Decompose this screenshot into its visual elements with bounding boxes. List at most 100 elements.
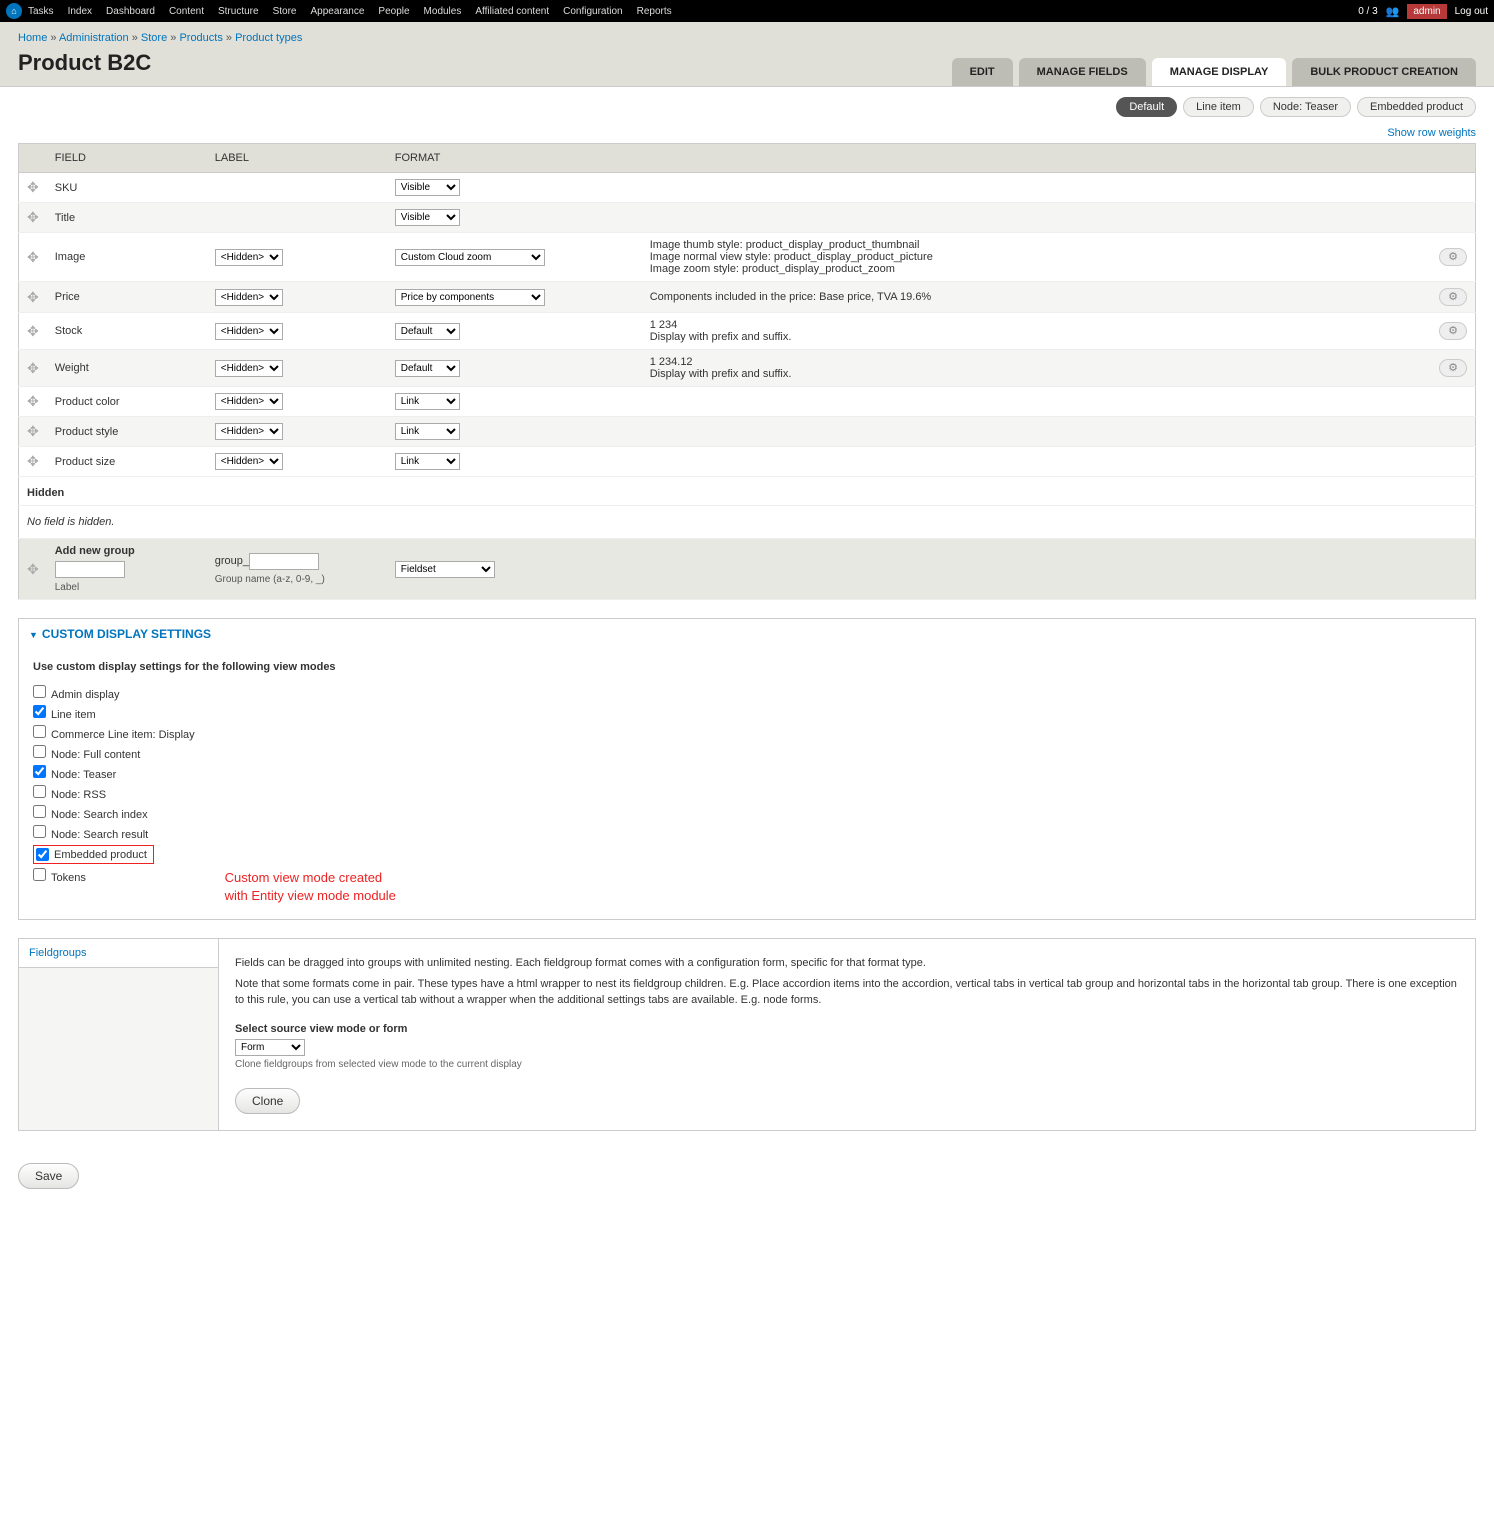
view-mode-checkbox[interactable] [33, 685, 46, 698]
view-mode-item: Admin display [33, 685, 195, 701]
label-select[interactable]: <Hidden> [215, 423, 283, 440]
table-row: ✥Product size<Hidden>Link [19, 447, 1476, 477]
view-mode-checkbox[interactable] [36, 848, 49, 861]
view-mode-label: Commerce Line item: Display [51, 729, 195, 741]
breadcrumb-item[interactable]: Product types [235, 32, 302, 44]
gear-icon[interactable]: ⚙ [1439, 359, 1467, 377]
add-group-title: Add new group [55, 545, 135, 557]
format-select[interactable]: Custom Cloud zoom [395, 249, 545, 266]
toolbar-item[interactable]: Dashboard [106, 6, 155, 17]
view-mode-label: Node: Teaser [51, 769, 116, 781]
primary-tab[interactable]: MANAGE FIELDS [1019, 58, 1146, 86]
view-mode-label: Node: Search index [51, 809, 148, 821]
show-row-weights-link[interactable]: Show row weights [1387, 127, 1476, 139]
toolbar-item[interactable]: Modules [424, 6, 462, 17]
logout-link[interactable]: Log out [1455, 6, 1488, 17]
fieldgroups-side-tab[interactable]: Fieldgroups [19, 939, 218, 968]
label-select[interactable]: <Hidden> [215, 249, 283, 266]
save-button[interactable]: Save [18, 1163, 79, 1189]
breadcrumb-item[interactable]: Store [141, 32, 167, 44]
format-select[interactable]: Link [395, 393, 460, 410]
fieldgroups-source-select[interactable]: Form [235, 1039, 305, 1056]
view-mode-checkbox[interactable] [33, 785, 46, 798]
toolbar-item[interactable]: Appearance [310, 6, 364, 17]
th-format: FORMAT [387, 144, 642, 173]
breadcrumb-item[interactable]: Home [18, 32, 47, 44]
group-label-input[interactable] [55, 561, 125, 578]
toolbar-item[interactable]: Affiliated content [475, 6, 549, 17]
display-mode-tab[interactable]: Node: Teaser [1260, 97, 1351, 117]
group-name-input[interactable] [249, 553, 319, 570]
format-summary [642, 417, 1431, 447]
primary-tab[interactable]: BULK PRODUCT CREATION [1292, 58, 1476, 86]
drag-handle-icon[interactable]: ✥ [27, 360, 39, 376]
format-select[interactable]: Visible [395, 209, 460, 226]
toolbar-item[interactable]: Tasks [28, 6, 54, 17]
view-mode-checkbox[interactable] [33, 765, 46, 778]
label-select[interactable]: <Hidden> [215, 323, 283, 340]
drag-handle-icon[interactable]: ✥ [27, 249, 39, 265]
view-mode-checkbox[interactable] [33, 725, 46, 738]
label-select[interactable]: <Hidden> [215, 453, 283, 470]
primary-tab[interactable]: MANAGE DISPLAY [1152, 58, 1287, 86]
label-select[interactable]: <Hidden> [215, 289, 283, 306]
view-mode-checkbox[interactable] [33, 705, 46, 718]
view-mode-checkbox[interactable] [33, 868, 46, 881]
users-icon: 👥 [1386, 5, 1400, 18]
drag-handle-icon[interactable]: ✥ [27, 453, 39, 469]
toolbar-item[interactable]: Content [169, 6, 204, 17]
drag-handle-icon[interactable]: ✥ [27, 423, 39, 439]
drag-handle-icon[interactable]: ✥ [27, 209, 39, 225]
display-mode-tab[interactable]: Line item [1183, 97, 1254, 117]
view-mode-checkbox[interactable] [33, 745, 46, 758]
toolbar-item[interactable]: Configuration [563, 6, 622, 17]
view-mode-label: Tokens [51, 872, 86, 884]
gear-icon[interactable]: ⚙ [1439, 248, 1467, 266]
fieldgroups-select-desc: Clone fieldgroups from selected view mod… [235, 1059, 1459, 1070]
drag-handle-icon[interactable]: ✥ [27, 179, 39, 195]
clone-button[interactable]: Clone [235, 1088, 300, 1114]
table-row: ✥ Stock <Hidden> Default 1 234Display with p… [19, 313, 1476, 350]
format-select[interactable]: Default [395, 323, 460, 340]
field-name: Stock [47, 313, 207, 350]
gear-icon[interactable]: ⚙ [1439, 322, 1467, 340]
primary-tab[interactable]: EDIT [952, 58, 1013, 86]
breadcrumb-item[interactable]: Administration [59, 32, 129, 44]
format-summary: 1 234Display with prefix and suffix. [642, 313, 1431, 350]
format-select[interactable]: Link [395, 453, 460, 470]
toolbar-item[interactable]: Store [273, 6, 297, 17]
toolbar-item[interactable]: Reports [637, 6, 672, 17]
add-new-group-row: ✥Add new groupLabelgroup_Group name (a-z… [19, 539, 1476, 600]
toolbar-item[interactable]: Structure [218, 6, 259, 17]
drag-handle-icon[interactable]: ✥ [27, 323, 39, 339]
view-mode-item: Embedded product [33, 845, 195, 864]
drag-handle-icon[interactable]: ✥ [27, 393, 39, 409]
view-mode-checkbox[interactable] [33, 805, 46, 818]
field-name: Image [47, 233, 207, 282]
toolbar-item[interactable]: Index [68, 6, 92, 17]
collapse-triangle-icon: ▼ [29, 630, 38, 640]
toolbar-item[interactable]: People [378, 6, 409, 17]
breadcrumb-item[interactable]: Products [179, 32, 222, 44]
drupal-logo-icon[interactable]: ⌂ [6, 3, 22, 19]
group-format-select[interactable]: Fieldset [395, 561, 495, 578]
label-select[interactable]: <Hidden> [215, 360, 283, 377]
view-mode-item: Node: Full content [33, 745, 195, 761]
format-select[interactable]: Default [395, 360, 460, 377]
display-mode-tab[interactable]: Embedded product [1357, 97, 1476, 117]
display-mode-tab[interactable]: Default [1116, 97, 1177, 117]
th-label: LABEL [207, 144, 387, 173]
view-mode-checkbox[interactable] [33, 825, 46, 838]
label-select[interactable]: <Hidden> [215, 393, 283, 410]
format-select[interactable]: Link [395, 423, 460, 440]
table-row: ✥SKUVisible [19, 173, 1476, 203]
custom-display-title[interactable]: ▼CUSTOM DISPLAY SETTINGS [19, 619, 1475, 649]
drag-handle-icon[interactable]: ✥ [27, 289, 39, 305]
drag-handle-icon[interactable]: ✥ [27, 561, 39, 577]
gear-icon[interactable]: ⚙ [1439, 288, 1467, 306]
format-select[interactable]: Price by components [395, 289, 545, 306]
format-select[interactable]: Visible [395, 179, 460, 196]
current-user-badge[interactable]: admin [1407, 4, 1446, 19]
view-mode-item: Commerce Line item: Display [33, 725, 195, 741]
runtime-count: 0 / 3 [1358, 6, 1377, 17]
